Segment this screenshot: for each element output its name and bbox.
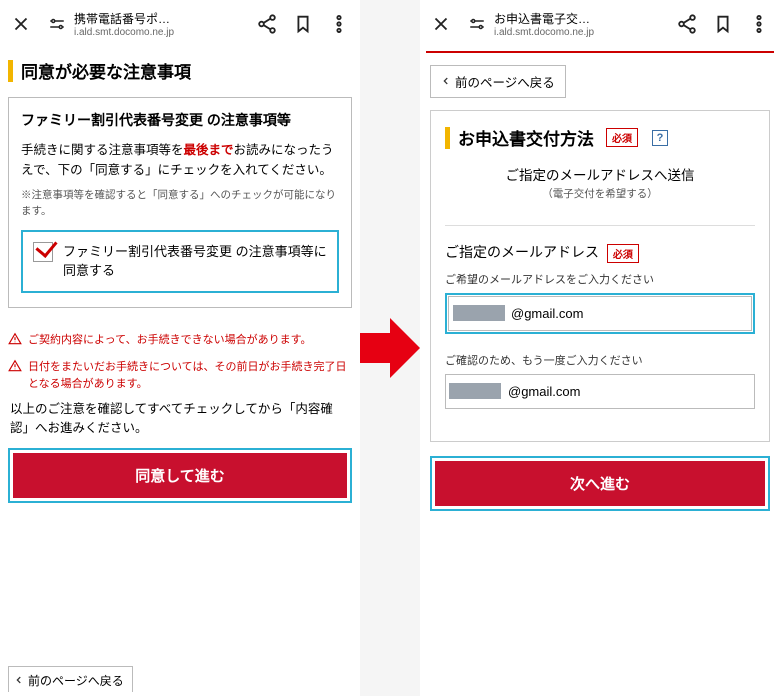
delivery-method-card: お申込書交付方法 必須 ? ご指定のメールアドレスへ送信 （電子交付を希望する）… [430, 110, 770, 442]
flow-arrow-icon [360, 313, 420, 383]
consent-checkbox-label: ファミリー割引代表番号変更 の注意事項等に同意する [63, 242, 327, 281]
warning-icon [8, 332, 22, 352]
section-heading: 同意が必要な注意事項 [8, 58, 352, 83]
page-title: 携帯電話番号ポ… [74, 10, 174, 27]
page-url: i.ald.smt.docomo.ne.jp [74, 27, 174, 38]
next-button[interactable]: 次へ進む [430, 456, 770, 511]
delivery-method-sub: （電子交付を希望する） [445, 186, 755, 201]
close-icon[interactable] [430, 13, 452, 35]
browser-topbar: 携帯電話番号ポ… i.ald.smt.docomo.ne.jp [0, 0, 360, 48]
chevron-left-icon [14, 674, 24, 688]
section-heading-text: お申込書交付方法 [458, 125, 594, 150]
share-icon[interactable] [256, 13, 278, 35]
bookmark-icon[interactable] [292, 13, 314, 35]
more-icon[interactable] [748, 13, 770, 35]
back-button-partial[interactable]: 前のページへ戻る [8, 666, 133, 692]
notice-subnote: ※注意事項等を確認すると「同意する」へのチェックが可能になります。 [21, 188, 339, 220]
close-icon[interactable] [10, 13, 32, 35]
consent-proceed-button[interactable]: 同意して進む [8, 448, 352, 503]
section-heading-text: 同意が必要な注意事項 [21, 58, 191, 83]
email-hint-1: ご希望のメールアドレスをご入力ください [445, 271, 755, 287]
accent-bar [445, 127, 450, 149]
warning-1: ご契約内容によって、お手続きできない場合があります。 [8, 332, 352, 352]
footer-note: 以上のご注意を確認してすべてチェックしてから「内容確認」へお進みください。 [10, 400, 350, 438]
notice-card: ファミリー割引代表番号変更 の注意事項等 手続きに関する注意事項等を最後までお読… [8, 97, 352, 308]
browser-topbar: お申込書電子交… i.ald.smt.docomo.ne.jp [420, 0, 780, 48]
email-input-1-wrap [445, 293, 755, 334]
site-settings-icon[interactable] [466, 13, 488, 35]
share-icon[interactable] [676, 13, 698, 35]
section-heading: お申込書交付方法 必須 ? [445, 125, 755, 150]
email-input-2-wrap [445, 374, 755, 409]
more-icon[interactable] [328, 13, 350, 35]
screen-delivery-method: お申込書電子交… i.ald.smt.docomo.ne.jp 前のページへ戻る [420, 0, 780, 696]
divider [445, 225, 755, 226]
required-badge: 必須 [606, 128, 638, 147]
notice-card-title: ファミリー割引代表番号変更 の注意事項等 [21, 110, 339, 130]
bookmark-icon[interactable] [712, 13, 734, 35]
site-settings-icon[interactable] [46, 13, 68, 35]
email-section-title: ご指定のメールアドレス 必須 [445, 242, 755, 263]
warning-2: 日付をまたいだお手続きについては、その前日がお手続き完了日となる場合があります。 [8, 359, 352, 392]
consent-checkbox-row[interactable]: ファミリー割引代表番号変更 の注意事項等に同意する [21, 230, 339, 293]
page-title: お申込書電子交… [494, 10, 594, 27]
redacted-mask [449, 383, 501, 399]
chevron-left-icon [441, 75, 451, 89]
screen-consent: 携帯電話番号ポ… i.ald.smt.docomo.ne.jp 同意が必要な注意… [0, 0, 360, 696]
warning-icon [8, 359, 22, 379]
required-badge: 必須 [607, 244, 639, 263]
email-hint-2: ご確認のため、もう一度ご入力ください [445, 352, 755, 368]
help-icon[interactable]: ? [652, 130, 668, 146]
back-button[interactable]: 前のページへ戻る [430, 65, 566, 98]
page-url: i.ald.smt.docomo.ne.jp [494, 27, 594, 38]
notice-body: 手続きに関する注意事項等を最後までお読みになったうえで、下の「同意する」にチェッ… [21, 140, 339, 180]
accent-bar [8, 60, 13, 82]
redacted-mask [453, 305, 505, 321]
checkbox-checked-icon[interactable] [33, 242, 53, 262]
delivery-method-value: ご指定のメールアドレスへ送信 [445, 164, 755, 184]
